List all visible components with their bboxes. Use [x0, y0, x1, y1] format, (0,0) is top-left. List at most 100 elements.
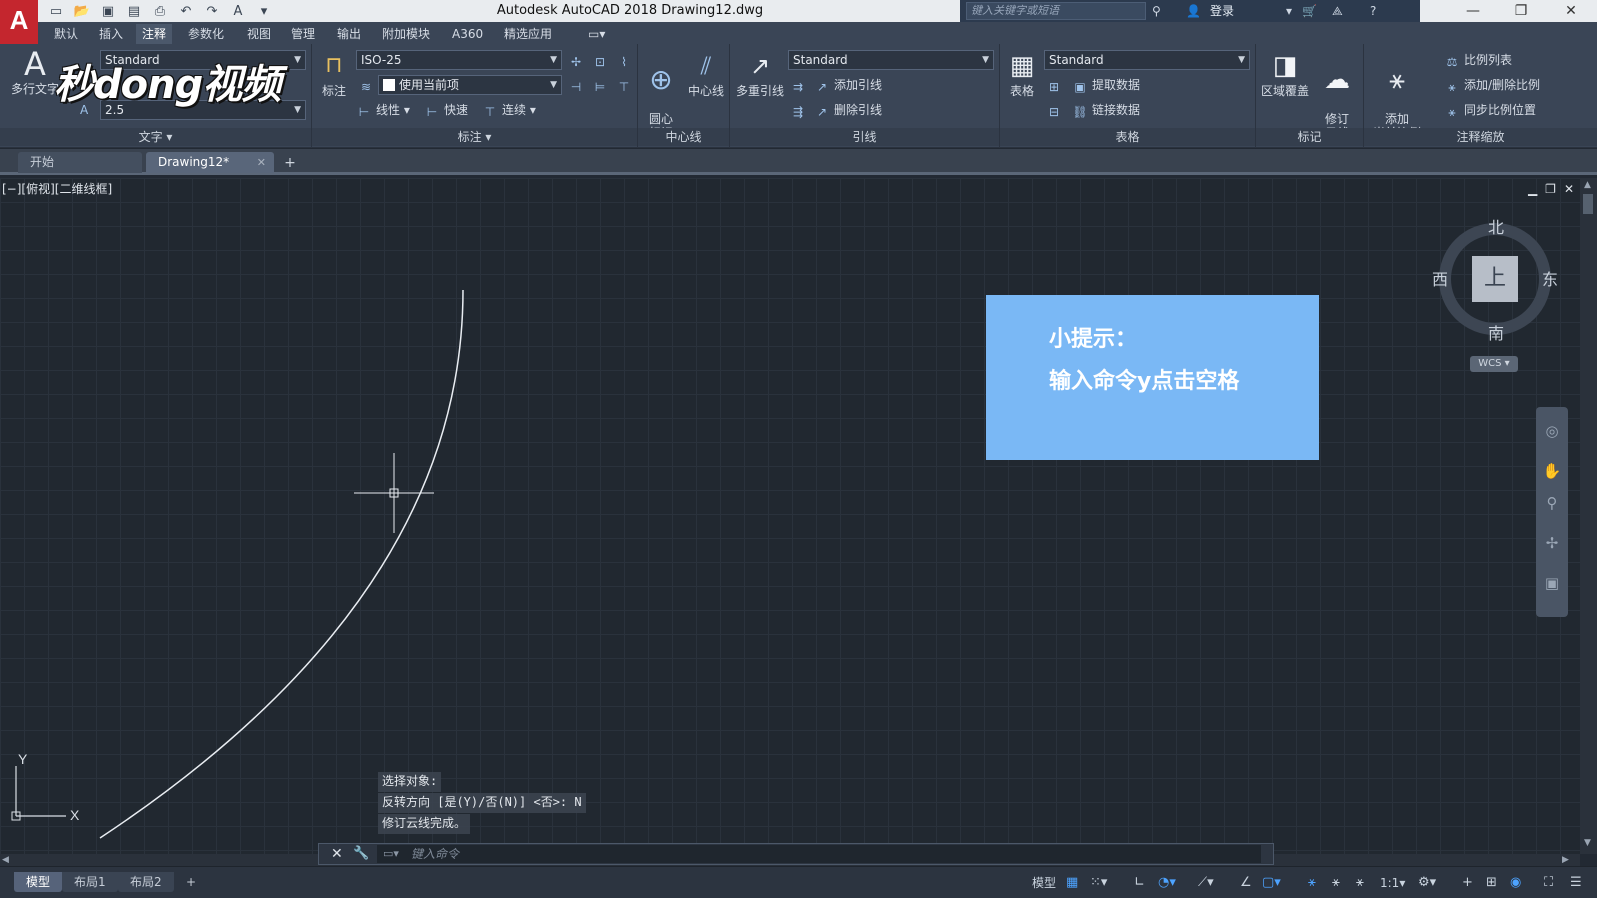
leader-collect-icon[interactable]: ⇶	[790, 100, 810, 120]
cart-icon[interactable]: 🛒	[1302, 2, 1317, 20]
scroll-thumb[interactable]	[1583, 194, 1593, 214]
close-tab-icon[interactable]: ✕	[257, 152, 266, 173]
add-leader-button[interactable]: ↗ 添加引线	[814, 75, 882, 95]
text-style-icon[interactable]: A	[226, 2, 250, 20]
annotation-scale-value[interactable]: 1:1▾	[1380, 873, 1405, 893]
annotation-scale-icon[interactable]: ⚹	[1356, 873, 1364, 893]
vertical-scrollbar[interactable]: ▲ ▼	[1580, 178, 1597, 854]
viewcube[interactable]: 上 北 南 西 东	[1430, 214, 1560, 344]
customize-wrench-icon[interactable]: 🔧	[353, 844, 369, 864]
close-window-button[interactable]: ✕	[1548, 0, 1594, 22]
tab-layout2[interactable]: 布局2	[118, 872, 174, 892]
undo-icon[interactable]: ↶	[174, 2, 198, 20]
add-delete-scales-button[interactable]: ⚹ 添加/删除比例	[1444, 75, 1540, 95]
dim-tool-icon-3[interactable]: ⌇	[616, 50, 636, 70]
dim-tool-icon-1[interactable]: ✢	[568, 50, 588, 70]
tab-addins[interactable]: 附加模块	[376, 24, 436, 44]
linear-dimension-button[interactable]: ⊢ 线性 ▾	[356, 100, 410, 120]
leader-style-select[interactable]: Standard ▼	[788, 50, 994, 70]
autodesk-icon[interactable]: ⟁	[1332, 2, 1343, 20]
model-space-button[interactable]: 模型	[1032, 873, 1056, 893]
tab-start[interactable]: 开始	[18, 152, 142, 173]
save-icon[interactable]: ▣	[96, 2, 120, 20]
new-tab-button[interactable]: +	[280, 154, 300, 172]
dimension-button[interactable]: ⊓ 标注	[316, 50, 352, 98]
steering-wheel-icon[interactable]: ◎	[1542, 421, 1562, 441]
centerline-button[interactable]: ⫽ 中心线	[684, 50, 728, 98]
command-prompt-icon[interactable]: ▭▾	[383, 846, 399, 862]
open-folder-icon[interactable]: 📂	[70, 2, 94, 20]
tab-model[interactable]: 模型	[14, 872, 63, 892]
revision-cloud-arc[interactable]	[99, 289, 464, 839]
scroll-right-icon[interactable]: ▶	[1562, 855, 1569, 865]
user-icon[interactable]: 👤	[1186, 2, 1201, 20]
wcs-menu-button[interactable]: WCS ▾	[1470, 356, 1518, 372]
compass-north[interactable]: 北	[1488, 214, 1504, 238]
auto-scale-icon[interactable]: ⚹	[1332, 873, 1340, 893]
continue-dimension-button[interactable]: ⊤ 连续 ▾	[482, 100, 536, 120]
dim-tool-icon-5[interactable]: ⊨	[592, 75, 612, 95]
chevron-down-icon[interactable]: ▾	[1286, 2, 1292, 20]
link-data-button[interactable]: ⛓ 链接数据	[1072, 100, 1140, 120]
drawing-area[interactable]: [−][俯视][二维线框] ▁ ❐ ✕ 小提示： 输入命令y点击空格 上 北 南…	[0, 178, 1580, 854]
polar-tracking-icon[interactable]: ◔▾	[1158, 873, 1176, 893]
tab-annotate[interactable]: 注释	[136, 24, 173, 44]
save-as-icon[interactable]: ▤	[122, 2, 146, 20]
revcloud-button[interactable]: ☁ 修订 云线	[1314, 50, 1360, 140]
dim-tool-icon-4[interactable]: ⊣	[568, 75, 588, 95]
table-style-select[interactable]: Standard ▼	[1044, 50, 1250, 70]
restore-button[interactable]: ❐	[1498, 0, 1544, 22]
tab-manage[interactable]: 管理	[285, 24, 321, 44]
scroll-down-icon[interactable]: ▼	[1584, 838, 1591, 848]
remove-leader-button[interactable]: ↗ 删除引线	[814, 100, 882, 120]
command-input[interactable]	[377, 845, 1261, 863]
annotation-monitor-icon[interactable]: +	[1462, 873, 1473, 893]
add-layout-button[interactable]: +	[174, 872, 208, 892]
scale-list-button[interactable]: ⚖ 比例列表	[1444, 50, 1512, 70]
redo-icon[interactable]: ↷	[200, 2, 224, 20]
dim-tool-icon-2[interactable]: ⊡	[592, 50, 612, 70]
binoculars-icon[interactable]: ⚲	[1152, 2, 1161, 20]
video-icon[interactable]: ▭▾	[582, 24, 611, 44]
grid-icon[interactable]: ▦	[1066, 873, 1078, 893]
tab-featured-apps[interactable]: 精选应用	[498, 24, 558, 44]
center-mark-button[interactable]: ⊕ 圆心 标记	[640, 50, 682, 141]
data-link-icon[interactable]: ⊞	[1046, 75, 1066, 95]
clean-screen-icon[interactable]: ⛶	[1544, 873, 1553, 893]
tab-view[interactable]: 视图	[241, 24, 277, 44]
add-current-scale-button[interactable]: ⚹ 添加 当前比例	[1368, 50, 1426, 140]
search-input[interactable]: 键入关键字或短语	[966, 2, 1146, 20]
scroll-left-icon[interactable]: ◀	[2, 855, 9, 865]
scroll-up-icon[interactable]: ▲	[1584, 180, 1591, 190]
sync-scale-button[interactable]: ⚹ 同步比例位置	[1444, 100, 1536, 120]
new-file-icon[interactable]: ▭	[44, 2, 68, 20]
wipeout-button[interactable]: ◨ 区域覆盖	[1258, 50, 1312, 98]
tab-drawing12[interactable]: Drawing12* ✕	[146, 152, 274, 173]
tab-insert[interactable]: 插入	[93, 24, 129, 44]
tab-layout1[interactable]: 布局1	[62, 872, 118, 892]
text-panel-title[interactable]: 文字 ▾	[0, 128, 311, 146]
table-button[interactable]: ▦ 表格	[1004, 50, 1040, 98]
ortho-icon[interactable]: ∟	[1134, 873, 1145, 893]
isometric-icon[interactable]: ⟋▾	[1198, 873, 1214, 893]
object-snap-icon[interactable]: ▢▾	[1262, 873, 1281, 893]
compass-south[interactable]: 南	[1488, 320, 1504, 344]
login-button[interactable]: 登录	[1210, 0, 1234, 22]
print-icon[interactable]: ⎙	[148, 2, 172, 20]
dimension-panel-title[interactable]: 标注 ▾	[312, 128, 637, 146]
compass-west[interactable]: 西	[1432, 266, 1448, 290]
quick-dimension-button[interactable]: ⊢ 快速	[424, 100, 468, 120]
isolate-objects-icon[interactable]: ◉	[1510, 873, 1521, 893]
object-snap-tracking-icon[interactable]: ∠	[1240, 873, 1252, 893]
tab-a360[interactable]: A360	[446, 24, 489, 44]
annotation-visibility-icon[interactable]: ⚹	[1308, 873, 1316, 893]
snap-icon[interactable]: ⁙▾	[1090, 873, 1107, 893]
extract-data-button[interactable]: ▣ 提取数据	[1072, 75, 1140, 95]
minimize-button[interactable]: —	[1450, 0, 1496, 22]
orbit-icon[interactable]: ✢	[1542, 533, 1562, 553]
application-menu-button[interactable]: A	[0, 0, 38, 44]
compass-east[interactable]: 东	[1542, 266, 1558, 290]
tab-default[interactable]: 默认	[48, 24, 84, 44]
pan-hand-icon[interactable]: ✋	[1542, 461, 1562, 481]
showmotion-icon[interactable]: ▣	[1542, 573, 1562, 593]
